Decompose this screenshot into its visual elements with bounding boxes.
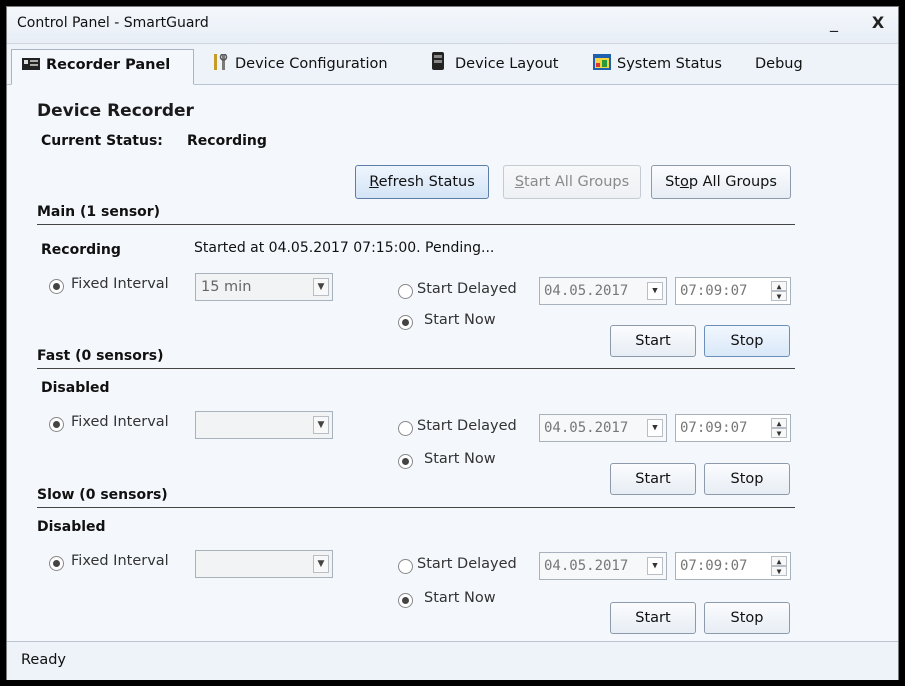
close-button[interactable]: X	[863, 11, 893, 37]
fixed-interval-label: Fixed Interval	[71, 414, 169, 430]
group-divider	[37, 507, 795, 508]
start-button[interactable]: Start	[610, 602, 696, 634]
recorder-panel: Device Recorder Current Status: Recordin…	[7, 85, 898, 635]
start-delayed-radio[interactable]	[398, 559, 413, 574]
tab-label: Debug	[755, 56, 803, 72]
group-title: Main (1 sensor)	[37, 204, 161, 220]
group-state: Disabled	[37, 519, 106, 535]
spin-down-icon[interactable]: ▼	[771, 428, 787, 438]
spin-down-icon[interactable]: ▼	[771, 291, 787, 301]
tab-system-status[interactable]: System Status	[583, 49, 732, 81]
refresh-status-access-key: R	[369, 174, 379, 190]
group-title: Slow (0 sensors)	[37, 487, 168, 503]
start-all-access-key: S	[514, 174, 525, 190]
start-time-input[interactable]: 07:09:07 ▲ ▼	[675, 414, 791, 442]
time-value: 07:09:07	[680, 558, 748, 574]
interval-value: 15 min	[201, 279, 252, 295]
group-title: Fast (0 sensors)	[37, 348, 164, 364]
interval-select[interactable]: ▼	[195, 411, 333, 439]
spin-up-icon[interactable]: ▲	[771, 281, 787, 291]
chevron-down-icon[interactable]: ▼	[647, 282, 663, 300]
minimize-button[interactable]: _	[819, 11, 849, 37]
spin-up-icon[interactable]: ▲	[771, 556, 787, 566]
date-value: 04.05.2017	[544, 420, 629, 436]
stop-all-prefix: St	[665, 174, 680, 190]
stop-button[interactable]: Stop	[704, 325, 790, 357]
page-title: Device Recorder	[37, 101, 194, 121]
status-text: Ready	[21, 652, 67, 668]
tab-bar: Recorder Panel Device Configuration Devi…	[7, 44, 898, 85]
start-now-radio[interactable]	[398, 315, 413, 330]
fixed-interval-label: Fixed Interval	[71, 553, 169, 569]
tab-device-layout[interactable]: Device Layout	[421, 49, 569, 81]
start-all-groups-button[interactable]: Start All Groups	[503, 165, 641, 199]
refresh-status-button[interactable]: Refresh Status	[355, 165, 489, 199]
recorder-icon	[22, 52, 40, 70]
device-icon	[431, 51, 449, 70]
stop-all-access-key: o	[679, 174, 689, 190]
start-now-radio[interactable]	[398, 593, 413, 608]
start-date-picker[interactable]: 04.05.2017 ▼	[539, 277, 667, 305]
group-divider	[37, 368, 795, 369]
tab-label: Device Configuration	[235, 56, 388, 72]
tab-recorder-panel[interactable]: Recorder Panel	[11, 49, 194, 85]
tab-device-configuration[interactable]: Device Configuration	[201, 49, 398, 81]
time-value: 07:09:07	[680, 283, 748, 299]
current-status-label: Current Status:	[41, 133, 163, 149]
tab-label: Device Layout	[455, 56, 559, 72]
date-value: 04.05.2017	[544, 283, 629, 299]
chevron-down-icon[interactable]: ▼	[313, 555, 329, 573]
start-delayed-radio[interactable]	[398, 284, 413, 299]
start-now-label: Start Now	[424, 312, 496, 328]
fixed-interval-radio[interactable]	[49, 279, 64, 294]
spin-down-icon[interactable]: ▼	[771, 566, 787, 576]
start-date-picker[interactable]: 04.05.2017 ▼	[539, 414, 667, 442]
current-status-value: Recording	[187, 133, 267, 149]
start-button[interactable]: Start	[610, 463, 696, 495]
app-window: Control Panel - SmartGuard _ X Recorder …	[6, 6, 899, 680]
start-all-label: tart All Groups	[524, 174, 630, 190]
start-delayed-label: Start Delayed	[417, 418, 517, 434]
chevron-down-icon[interactable]: ▼	[313, 278, 329, 296]
start-button[interactable]: Start	[610, 325, 696, 357]
chevron-down-icon[interactable]: ▼	[647, 557, 663, 575]
title-bar: Control Panel - SmartGuard _ X	[7, 7, 898, 44]
stop-button[interactable]: Stop	[704, 463, 790, 495]
time-value: 07:09:07	[680, 420, 748, 436]
window-title: Control Panel - SmartGuard	[17, 15, 209, 31]
stop-all-label: p All Groups	[688, 174, 777, 190]
stop-all-groups-button[interactable]: Stop All Groups	[651, 165, 791, 199]
interval-select[interactable]: 15 min ▼	[195, 273, 333, 301]
start-time-input[interactable]: 07:09:07 ▲ ▼	[675, 552, 791, 580]
start-time-input[interactable]: 07:09:07 ▲ ▼	[675, 277, 791, 305]
tools-icon	[211, 51, 229, 70]
interval-select[interactable]: ▼	[195, 550, 333, 578]
start-delayed-label: Start Delayed	[417, 556, 517, 572]
chevron-down-icon[interactable]: ▼	[313, 416, 329, 434]
start-delayed-label: Start Delayed	[417, 281, 517, 297]
start-date-picker[interactable]: 04.05.2017 ▼	[539, 552, 667, 580]
group-state: Recording	[41, 242, 121, 258]
date-value: 04.05.2017	[544, 558, 629, 574]
tab-label: System Status	[617, 56, 722, 72]
group-divider	[37, 224, 795, 225]
tab-debug[interactable]: Debug	[745, 49, 813, 81]
chevron-down-icon[interactable]: ▼	[647, 419, 663, 437]
fixed-interval-radio[interactable]	[49, 417, 64, 432]
group-state: Disabled	[41, 380, 110, 396]
spin-up-icon[interactable]: ▲	[771, 418, 787, 428]
refresh-status-label: efresh Status	[378, 174, 475, 190]
status-window-icon	[593, 51, 611, 70]
fixed-interval-radio[interactable]	[49, 556, 64, 571]
start-delayed-radio[interactable]	[398, 421, 413, 436]
status-bar: Ready	[7, 641, 898, 680]
fixed-interval-label: Fixed Interval	[71, 276, 169, 292]
start-now-label: Start Now	[424, 451, 496, 467]
start-now-radio[interactable]	[398, 454, 413, 469]
stop-button[interactable]: Stop	[704, 602, 790, 634]
group-message: Started at 04.05.2017 07:15:00. Pending.…	[194, 240, 495, 256]
start-now-label: Start Now	[424, 590, 496, 606]
tab-label: Recorder Panel	[46, 57, 171, 73]
